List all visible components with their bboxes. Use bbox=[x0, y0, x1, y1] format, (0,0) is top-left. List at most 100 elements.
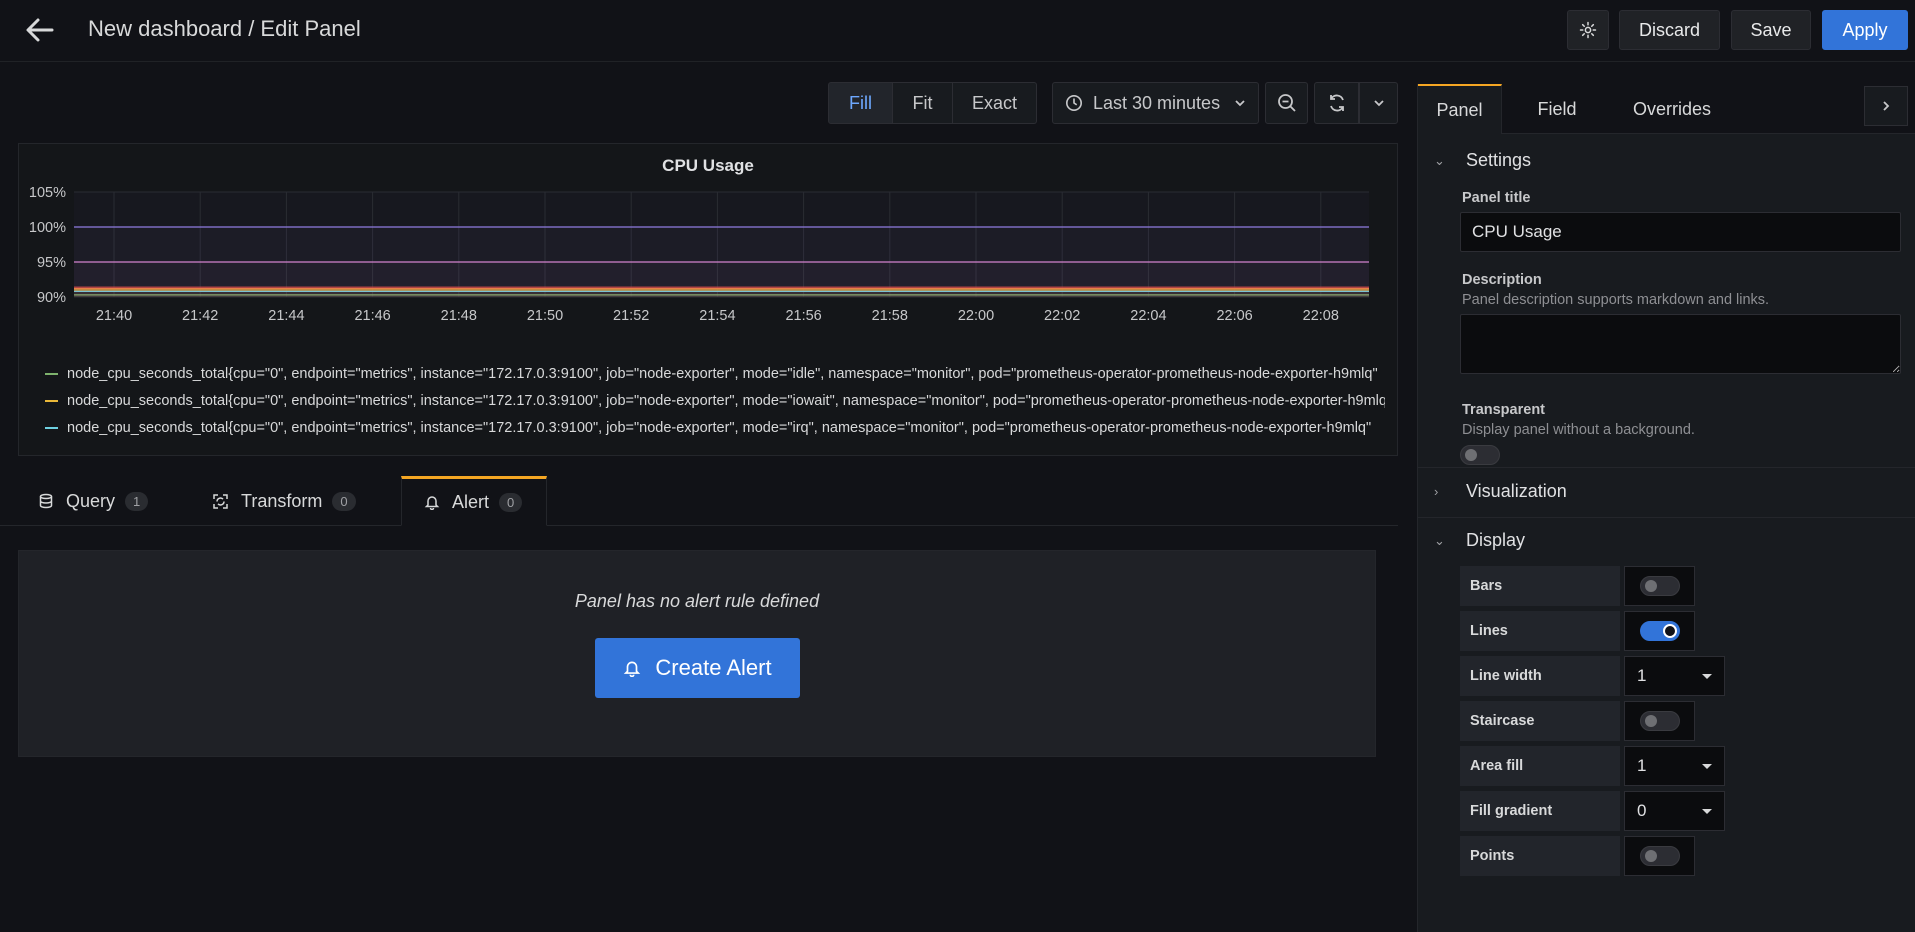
legend-swatch bbox=[45, 427, 58, 430]
chevron-down-icon bbox=[1373, 100, 1384, 107]
tab-query-label: Query bbox=[66, 490, 116, 511]
legend-swatch bbox=[45, 373, 58, 376]
x-tick-label: 21:46 bbox=[354, 308, 390, 324]
top-bar: New dashboard / Edit Panel Discard Save … bbox=[0, 0, 1915, 62]
cpu-usage-chart: 105% 100% 95% 90% 21:40 21:42 21:44 21:46 21:48 2… bbox=[29, 185, 1369, 324]
bars-toggle-box bbox=[1624, 566, 1695, 606]
area-fill-label: Area fill bbox=[1460, 746, 1620, 786]
settings-header[interactable]: ⌄ Settings bbox=[1434, 150, 1531, 171]
panel-editor-main: Fill Fit Exact Last 30 minutes CPU Usage… bbox=[0, 62, 1398, 932]
panel-title-input[interactable] bbox=[1460, 212, 1901, 252]
legend-item[interactable]: node_cpu_seconds_total{cpu="0", endpoint… bbox=[45, 366, 1385, 382]
points-label: Points bbox=[1460, 836, 1620, 876]
fill-gradient-label: Fill gradient bbox=[1460, 791, 1620, 831]
x-tick-label: 21:56 bbox=[785, 308, 821, 324]
refresh-interval-dropdown[interactable] bbox=[1359, 82, 1398, 124]
x-tick-label: 22:00 bbox=[958, 308, 994, 324]
settings-heading: Settings bbox=[1466, 150, 1532, 170]
visualization-section: › Visualization bbox=[1418, 468, 1915, 518]
y-tick-label: 105% bbox=[29, 185, 66, 201]
transparent-hint: Display panel without a background. bbox=[1462, 422, 1695, 438]
query-tabs: Query 1 Transform 0 Alert 0 bbox=[0, 476, 1398, 526]
time-range-label: Last 30 minutes bbox=[1093, 92, 1221, 113]
lines-toggle-box bbox=[1624, 611, 1695, 651]
exact-mode-button[interactable]: Exact bbox=[953, 82, 1037, 124]
chevron-down-icon bbox=[1235, 100, 1245, 107]
staircase-label: Staircase bbox=[1460, 701, 1620, 741]
time-range-picker[interactable]: Last 30 minutes bbox=[1052, 82, 1259, 124]
save-button[interactable]: Save bbox=[1731, 10, 1811, 50]
x-tick-label: 21:54 bbox=[699, 308, 735, 324]
visualization-heading: Visualization bbox=[1466, 481, 1567, 501]
y-tick-label: 90% bbox=[37, 290, 66, 306]
apply-button[interactable]: Apply bbox=[1822, 10, 1908, 50]
back-arrow-icon[interactable] bbox=[22, 14, 56, 46]
caret-down-icon bbox=[1702, 673, 1712, 679]
staircase-toggle-box bbox=[1624, 701, 1695, 741]
bell-icon bbox=[424, 496, 440, 510]
tab-alert-label: Alert bbox=[452, 491, 490, 512]
display-section: ⌄ Display Bars Lines Line width 1 Stairc… bbox=[1418, 518, 1915, 932]
legend-label: node_cpu_seconds_total{cpu="0", endpoint… bbox=[67, 366, 1378, 382]
graph-panel: CPU Usage 105% 100% 95% 90% 21:40 21:42 21:44 2… bbox=[18, 143, 1398, 456]
create-alert-button[interactable]: Create Alert bbox=[595, 638, 800, 698]
gear-icon bbox=[1579, 21, 1597, 39]
x-tick-label: 21:48 bbox=[441, 308, 477, 324]
settings-section: ⌄ Settings Panel title Description Panel… bbox=[1418, 134, 1915, 468]
legend-item[interactable]: node_cpu_seconds_total{cpu="0", endpoint… bbox=[45, 420, 1385, 436]
bars-label: Bars bbox=[1460, 566, 1620, 606]
x-tick-label: 22:02 bbox=[1044, 308, 1080, 324]
panel-title-label: Panel title bbox=[1462, 190, 1531, 206]
settings-button[interactable] bbox=[1567, 10, 1609, 50]
tab-alert[interactable]: Alert 0 bbox=[401, 476, 547, 526]
transparent-toggle[interactable] bbox=[1460, 445, 1500, 465]
fit-mode-button[interactable]: Fit bbox=[893, 82, 953, 124]
chevron-right-icon: › bbox=[1434, 484, 1439, 499]
tab-transform[interactable]: Transform 0 bbox=[212, 476, 372, 526]
y-tick-label: 100% bbox=[29, 220, 66, 236]
x-tick-label: 21:58 bbox=[872, 308, 908, 324]
tab-alert-count: 0 bbox=[499, 492, 523, 512]
transform-icon bbox=[213, 493, 228, 509]
area-fill-select[interactable]: 1 bbox=[1624, 746, 1725, 786]
staircase-toggle[interactable] bbox=[1639, 711, 1680, 731]
x-tick-label: 21:44 bbox=[268, 308, 304, 324]
refresh-icon bbox=[1329, 94, 1344, 112]
legend-swatch bbox=[45, 400, 58, 403]
x-tick-label: 22:04 bbox=[1130, 308, 1166, 324]
fill-gradient-select[interactable]: 0 bbox=[1624, 791, 1725, 831]
points-toggle[interactable] bbox=[1639, 846, 1680, 866]
refresh-button[interactable] bbox=[1314, 82, 1359, 124]
alert-panel: Panel has no alert rule defined Create A… bbox=[18, 550, 1376, 757]
description-hint: Panel description supports markdown and … bbox=[1462, 292, 1770, 308]
lines-label: Lines bbox=[1460, 611, 1620, 651]
size-mode-group: Fill Fit Exact bbox=[828, 82, 1037, 124]
display-heading: Display bbox=[1466, 530, 1526, 550]
series-area bbox=[74, 227, 1369, 297]
legend-item[interactable]: node_cpu_seconds_total{cpu="0", endpoint… bbox=[45, 393, 1385, 409]
description-textarea[interactable] bbox=[1460, 314, 1901, 374]
points-toggle-box bbox=[1624, 836, 1695, 876]
tab-query-count: 1 bbox=[125, 491, 149, 511]
tab-query[interactable]: Query 1 bbox=[38, 476, 158, 526]
chevron-right-icon bbox=[1883, 101, 1890, 111]
line-width-label: Line width bbox=[1460, 656, 1620, 696]
zoom-out-button[interactable] bbox=[1265, 82, 1308, 124]
line-width-select[interactable]: 1 bbox=[1624, 656, 1725, 696]
area-fill-value: 1 bbox=[1637, 756, 1647, 775]
lines-toggle[interactable] bbox=[1639, 621, 1680, 641]
caret-down-icon bbox=[1702, 763, 1712, 769]
tab-overrides[interactable]: Overrides bbox=[1612, 84, 1732, 134]
x-tick-label: 21:42 bbox=[182, 308, 218, 324]
tab-field[interactable]: Field bbox=[1502, 84, 1612, 134]
options-pane: Panel Field Overrides ⌄ Settings Panel t… bbox=[1417, 84, 1915, 932]
display-header[interactable]: ⌄ Display bbox=[1434, 530, 1525, 551]
legend-label: node_cpu_seconds_total{cpu="0", endpoint… bbox=[67, 420, 1372, 436]
visualization-header[interactable]: › Visualization bbox=[1434, 481, 1567, 502]
fill-mode-button[interactable]: Fill bbox=[828, 82, 893, 124]
tab-panel[interactable]: Panel bbox=[1418, 84, 1502, 134]
discard-button[interactable]: Discard bbox=[1619, 10, 1720, 50]
zoom-out-icon bbox=[1277, 94, 1296, 112]
collapse-options-button[interactable] bbox=[1864, 86, 1908, 126]
bars-toggle[interactable] bbox=[1639, 576, 1680, 596]
